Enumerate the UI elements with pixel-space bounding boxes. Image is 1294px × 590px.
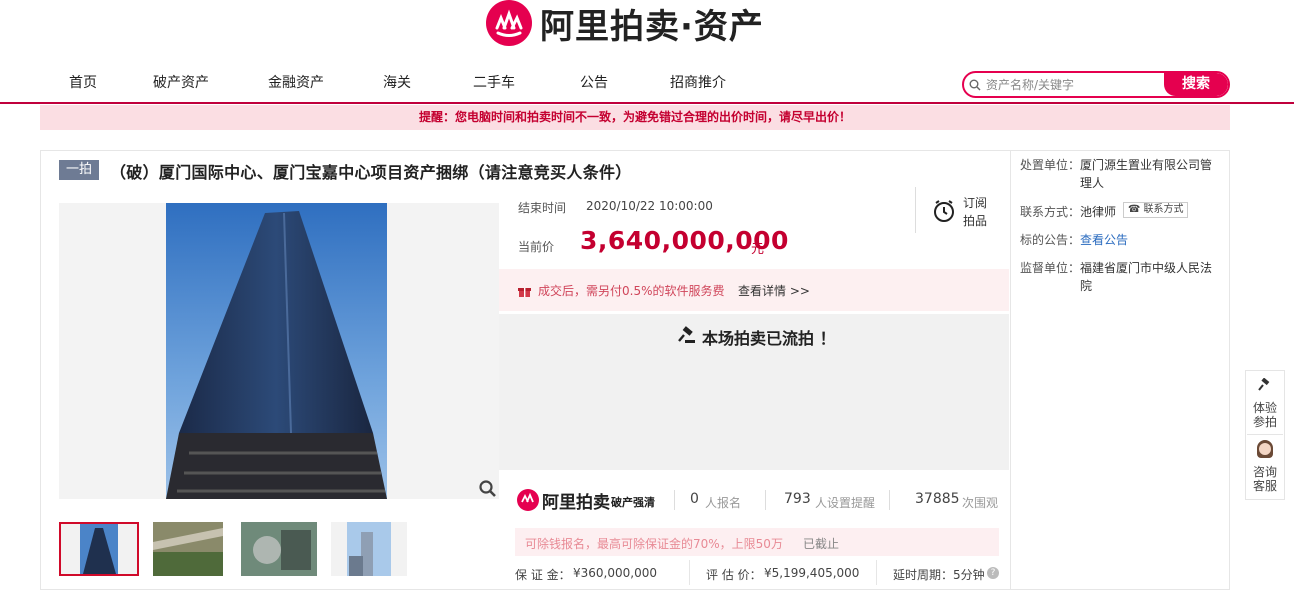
- contact-name: 池律师: [1080, 205, 1117, 219]
- main-photo[interactable]: [59, 203, 499, 499]
- help-icon[interactable]: ?: [987, 567, 999, 579]
- thumbnail-3[interactable]: [241, 522, 317, 576]
- views-label: 次围观: [962, 496, 999, 510]
- delay-value: 5分钟: [953, 568, 985, 582]
- gavel-small-icon: [1258, 377, 1272, 396]
- search-input[interactable]: [986, 73, 1164, 96]
- service-fee-text: 成交后，需另付0.5%的软件服务费: [538, 284, 725, 298]
- views-count: 37885: [915, 491, 960, 507]
- thumbnail-2[interactable]: [153, 522, 223, 576]
- nav-announcements[interactable]: 公告: [550, 66, 638, 100]
- trial-bid-button[interactable]: 体验参拍: [1251, 401, 1279, 429]
- brand-name: 阿里拍卖: [542, 493, 610, 513]
- logo-mark-icon: [486, 0, 532, 46]
- brand-mark-icon: [517, 489, 539, 515]
- stats-divider-1: [674, 490, 675, 510]
- supervisor-label: 监督单位：: [1020, 261, 1081, 275]
- delay-label: 延时周期：: [893, 568, 954, 582]
- bottom-divider-2: [876, 560, 877, 585]
- logo-text: 阿里拍卖·资产: [540, 6, 764, 47]
- nav-home[interactable]: 首页: [40, 66, 126, 100]
- floater-divider: [1247, 434, 1283, 435]
- nav-bankruptcy-assets[interactable]: 破产资产: [126, 66, 236, 100]
- auction-failed-status: 本场拍卖已流拍 ！: [702, 329, 836, 348]
- registrations-label: 人报名: [705, 496, 742, 510]
- gavel-icon: [678, 326, 696, 348]
- service-avatar-face: [1259, 443, 1271, 455]
- contact-label: 联系方式：: [1020, 205, 1081, 219]
- supervisor-value: 福建省厦门市中级人民法院: [1080, 261, 1213, 293]
- bottom-divider-1: [689, 560, 690, 585]
- brand-sub: 破产强清: [611, 496, 655, 509]
- nav-divider: [0, 102, 1294, 104]
- handler-label: 处置单位：: [1020, 158, 1081, 172]
- margin-notice: 可除钱报名，最高可除保证金的70%，上限50万: [525, 537, 783, 551]
- site-logo[interactable]: 阿里拍卖·资产: [486, 0, 764, 47]
- reminders-label: 人设置提醒: [815, 496, 876, 510]
- subscribe-divider: [915, 187, 916, 233]
- search-box: 搜索: [962, 71, 1230, 98]
- price-currency: 元: [751, 242, 765, 257]
- appraisal-label: 评 估 价：: [706, 568, 762, 582]
- thumbnail-1[interactable]: [59, 522, 139, 576]
- appraisal-value: ¥5,199,405,000: [764, 566, 860, 580]
- service-fee-link[interactable]: 查看详情 >>: [738, 282, 810, 299]
- time-mismatch-notice: 提醒：您电脑时间和拍卖时间不一致，为避免错过合理的出价时间，请尽早出价！: [40, 105, 1230, 130]
- registrations-count: 0: [690, 491, 699, 507]
- stats-divider-3: [889, 490, 890, 510]
- auction-title: （破）厦门国际中心、厦门宝嘉中心项目资产捆绑（请注意竞买人条件）: [110, 163, 632, 182]
- margin-status: 已截止: [803, 537, 840, 551]
- contact-button-label: 联系方式: [1143, 204, 1184, 215]
- subscribe-label-line1: 订阅: [963, 196, 988, 210]
- thumbnail-4[interactable]: [331, 522, 407, 576]
- reminders-count: 793: [784, 491, 811, 507]
- search-button[interactable]: 搜索: [1164, 73, 1228, 96]
- handler-value: 厦门源生置业有限公司管理人: [1080, 158, 1213, 190]
- end-time-value: 2020/10/22 10:00:00: [586, 199, 713, 213]
- main-nav: 首页 破产资产 金融资产 海关 二手车 公告 招商推介: [40, 66, 758, 100]
- search-icon: [964, 73, 986, 96]
- deposit-value: ¥360,000,000: [573, 566, 657, 580]
- end-time-label: 结束时间: [518, 201, 567, 215]
- nav-financial-assets[interactable]: 金融资产: [236, 66, 356, 100]
- alarm-clock-icon[interactable]: [931, 198, 957, 228]
- round-tag: 一拍: [59, 160, 99, 180]
- subscribe-label-line2: 拍品: [963, 214, 988, 228]
- phone-icon: ☎: [1128, 204, 1141, 215]
- gift-icon: [518, 283, 531, 302]
- nav-used-cars[interactable]: 二手车: [438, 66, 550, 100]
- contact-button[interactable]: ☎ 联系方式: [1123, 202, 1189, 218]
- announcement-label: 标的公告：: [1020, 233, 1081, 247]
- deposit-label: 保 证 金：: [515, 568, 571, 582]
- stats-divider-2: [765, 490, 766, 510]
- customer-service-button[interactable]: 咨询客服: [1251, 465, 1279, 493]
- subscribe-button[interactable]: 订阅 拍品: [963, 194, 987, 230]
- current-price-label: 当前价: [518, 240, 555, 254]
- zoom-icon[interactable]: [478, 479, 498, 499]
- announcement-link[interactable]: 查看公告: [1080, 231, 1128, 248]
- nav-investment[interactable]: 招商推介: [638, 66, 758, 100]
- nav-customs[interactable]: 海关: [356, 66, 438, 100]
